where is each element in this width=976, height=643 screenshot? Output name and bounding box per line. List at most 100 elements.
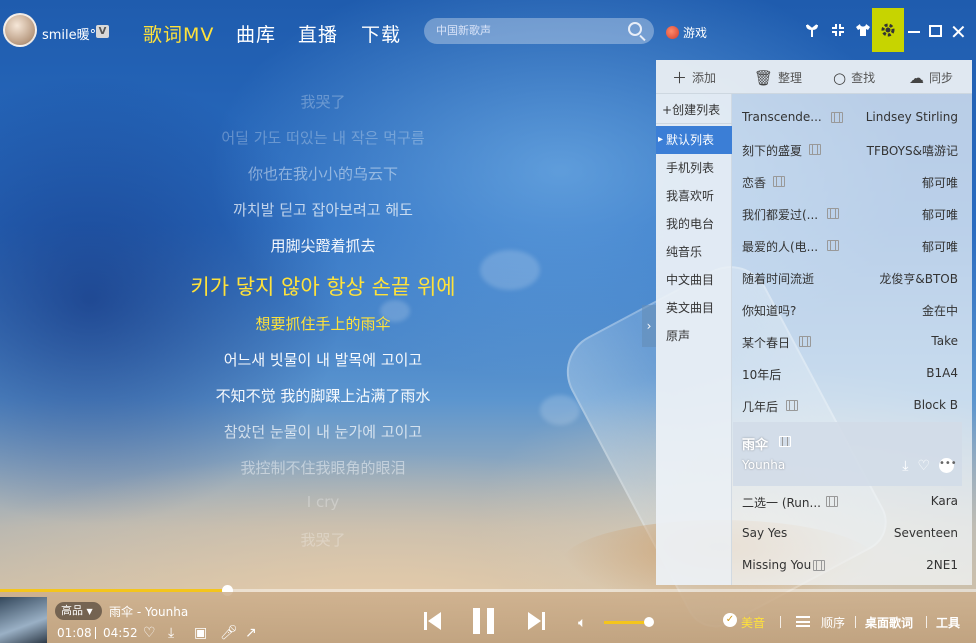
compress-icon[interactable] [829, 22, 847, 40]
minimize-icon[interactable] [908, 31, 920, 33]
song-artist: Take [931, 334, 958, 348]
avatar[interactable] [3, 13, 37, 47]
album-cover[interactable] [0, 597, 47, 643]
lyric-line: 까치발 딛고 잡아보려고 해도 [233, 201, 413, 219]
game-link[interactable]: 游戏 [666, 24, 707, 41]
volume-icon[interactable]: 🔈︎ [578, 615, 586, 631]
song-row[interactable]: 我们都爱过(... 郁可唯 [733, 198, 962, 230]
song-row[interactable]: 10年后 B1A4 [733, 358, 962, 390]
username[interactable]: smile暖° [42, 24, 96, 43]
volume-slider[interactable] [604, 617, 655, 627]
heart-icon[interactable]: ♡ [143, 625, 156, 641]
song-row[interactable]: 最爱的人(电... 郁可唯 [733, 230, 962, 262]
song-row[interactable]: Missing You 2NE1 [733, 550, 962, 582]
song-artist: B1A4 [926, 366, 958, 380]
song-row[interactable]: Transcende... Lindsey Stirling [733, 102, 962, 134]
now-playing[interactable]: 雨伞 - Younha [109, 603, 188, 620]
tshirt-icon[interactable] [854, 22, 872, 40]
now-playing-artist: - Younha [133, 605, 189, 619]
search-icon[interactable] [628, 22, 642, 36]
song-row[interactable]: 你知道吗? 金在中 [733, 294, 962, 326]
song-artist: Kara [930, 494, 958, 508]
mv-icon[interactable] [786, 400, 798, 411]
divider [926, 616, 927, 628]
organize-button[interactable]: 🗑 整理 [754, 69, 802, 86]
sidebar-item-soundtrack[interactable]: 原声 [656, 322, 732, 350]
song-row[interactable]: Say Yes Seventeen [733, 518, 962, 550]
collapse-panel-button[interactable]: › [642, 305, 656, 347]
desktop-lyrics-button[interactable]: 桌面歌词 [865, 614, 913, 631]
sidebar-item-pure-music[interactable]: 纯音乐 [656, 238, 732, 266]
song-title: Missing You [742, 558, 812, 572]
quality-label: 高品 [61, 604, 83, 617]
pause-button[interactable] [471, 608, 497, 634]
mv-icon[interactable] [827, 240, 839, 251]
play-order-icon[interactable] [796, 616, 810, 627]
download-icon[interactable]: ⤓ [168, 625, 174, 641]
find-button[interactable]: ○ 查找 [833, 69, 875, 86]
elapsed-time: 01:08 [57, 626, 92, 640]
song-row[interactable]: 随着时间流逝 龙俊亨&BTOB [733, 262, 962, 294]
song-row[interactable]: 恋香 郁可唯 [733, 166, 962, 198]
song-title: Say Yes [742, 526, 788, 540]
song-row[interactable]: 刻下的盛夏 TFBOYS&嘻游记 [733, 134, 962, 166]
song-artist: Seventeen [893, 526, 958, 540]
tree-icon[interactable] [803, 22, 821, 40]
lyric-line: 我哭了 [300, 531, 346, 549]
create-list-button[interactable]: +创建列表 [656, 96, 732, 124]
divider [780, 616, 781, 628]
sync-button[interactable]: ☁ 同步 [909, 69, 953, 86]
sidebar-item-default[interactable]: 默认列表 [656, 126, 732, 154]
volume-knob[interactable] [644, 617, 655, 627]
divider [855, 616, 856, 628]
maximize-icon[interactable] [929, 25, 942, 37]
song-row[interactable]: 二选一 (Run... Kara [733, 486, 962, 518]
mv-icon[interactable] [773, 176, 785, 187]
nav-lyrics-mv[interactable]: 歌词MV [143, 20, 214, 47]
mv-icon[interactable] [813, 560, 825, 571]
vip-badge[interactable]: V [96, 25, 109, 38]
song-row[interactable]: 某个春日 Take [733, 326, 962, 358]
check-icon[interactable]: ✓ [723, 613, 737, 627]
mv-icon[interactable] [831, 112, 843, 123]
sidebar-item-favorites[interactable]: 我喜欢听 [656, 182, 732, 210]
lyric-line: 어딜 가도 떠있는 내 작은 먹구름 [221, 129, 425, 147]
next-button[interactable] [527, 611, 547, 631]
play-order-button[interactable]: 顺序 [821, 614, 845, 631]
nav-live[interactable]: 直播 [298, 20, 338, 47]
sound-effect-button[interactable]: 美音 [741, 614, 765, 631]
create-list-label: 创建列表 [672, 103, 721, 117]
song-row[interactable]: 几年后 Block B [733, 390, 962, 422]
current-song-row[interactable]: 雨伞 Younha ⤓ ♡ ••• [733, 422, 962, 486]
mv-icon[interactable]: ▣ [194, 625, 207, 641]
mv-icon[interactable] [827, 208, 839, 219]
mv-icon[interactable] [779, 436, 791, 447]
download-icon[interactable]: ⤓ [902, 458, 908, 474]
mv-icon[interactable] [826, 496, 838, 507]
more-icon[interactable]: ••• [939, 458, 957, 473]
plus-icon: ＋ [672, 68, 688, 87]
quality-select[interactable]: 高品 ▼ [55, 602, 102, 620]
sidebar-item-phone[interactable]: 手机列表 [656, 154, 732, 182]
search-input[interactable] [436, 22, 616, 40]
share-icon[interactable]: ↗ [245, 625, 257, 641]
add-button[interactable]: ＋ 添加 [672, 69, 716, 86]
song-title: 刻下的盛夏 [742, 144, 803, 158]
close-icon[interactable]: ✕ [950, 20, 967, 44]
song-artist: 郁可唯 [921, 208, 958, 222]
previous-button[interactable] [423, 611, 443, 631]
sidebar-item-radio[interactable]: 我的电台 [656, 210, 732, 238]
mv-icon[interactable] [799, 336, 811, 347]
heart-icon[interactable]: ♡ [917, 458, 930, 474]
mic-icon[interactable]: 🎤︎ [220, 625, 238, 641]
sidebar-item-chinese[interactable]: 中文曲目 [656, 266, 732, 294]
sidebar-item-english[interactable]: 英文曲目 [656, 294, 732, 322]
song-title: 10年后 [742, 368, 782, 382]
current-lyric-line: 키가 닿지 않아 항상 손끝 위에 [190, 275, 456, 299]
gear-icon[interactable] [879, 22, 897, 40]
nav-library[interactable]: 曲库 [236, 20, 276, 47]
mv-icon[interactable] [809, 144, 821, 155]
playlist-sidebar: +创建列表 默认列表 手机列表 我喜欢听 我的电台 纯音乐 中文曲目 英文曲目 … [656, 94, 732, 585]
nav-download[interactable]: 下载 [361, 20, 401, 47]
tools-button[interactable]: 工具 [936, 614, 960, 631]
